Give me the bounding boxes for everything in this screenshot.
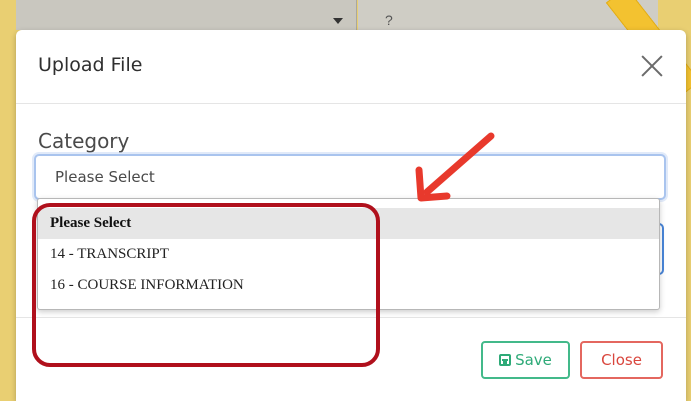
dropdown-option-course-information[interactable]: 16 - COURSE INFORMATION bbox=[38, 270, 659, 301]
save-icon bbox=[499, 354, 512, 366]
close-button-label: Close bbox=[601, 351, 642, 369]
save-button[interactable]: Save bbox=[481, 341, 570, 379]
category-label: Category bbox=[38, 129, 130, 153]
chevron-down-icon bbox=[333, 18, 343, 24]
dropdown-option-transcript[interactable]: 14 - TRANSCRIPT bbox=[38, 239, 659, 270]
modal-header: Upload File bbox=[16, 30, 686, 104]
background-select bbox=[16, 0, 357, 30]
close-icon[interactable] bbox=[638, 52, 666, 80]
category-select[interactable]: Please Select bbox=[34, 154, 666, 200]
background-field-text: ? bbox=[385, 12, 393, 28]
category-select-value: Please Select bbox=[55, 168, 155, 186]
modal-footer-divider bbox=[16, 317, 686, 318]
close-button[interactable]: Close bbox=[580, 341, 663, 379]
dropdown-option-please-select[interactable]: Please Select bbox=[38, 208, 659, 239]
save-button-label: Save bbox=[515, 351, 552, 369]
modal-title: Upload File bbox=[38, 54, 143, 76]
category-dropdown-list: Please Select 14 - TRANSCRIPT 16 - COURS… bbox=[37, 198, 660, 310]
